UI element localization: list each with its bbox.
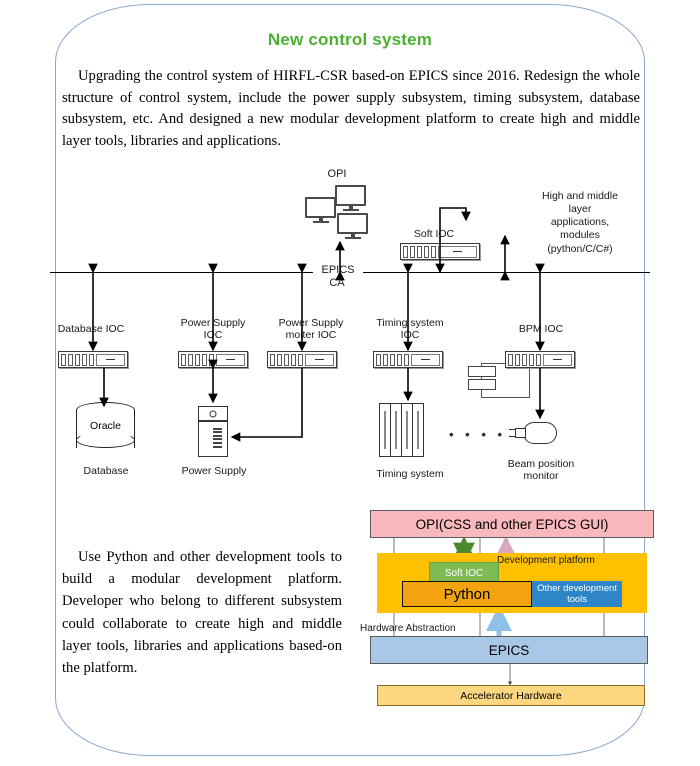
epics-ca-label-line2: CA <box>329 277 345 289</box>
monitor-screen <box>335 185 366 206</box>
applications-module-upper <box>468 366 496 377</box>
monitor-screen <box>305 197 336 218</box>
epics-box: EPICS <box>370 636 648 664</box>
device-label-bpm: Beam position monitor <box>507 458 575 483</box>
opi-label: OPI <box>327 168 347 180</box>
accelerator-hardware-box: Accelerator Hardware <box>377 685 645 706</box>
ioc-crate-power-supply-monitor <box>267 351 337 368</box>
applications-module-lower <box>468 379 496 390</box>
opi-monitor-bottom <box>337 213 368 240</box>
monitor-base <box>344 237 361 240</box>
opi-css-box: OPI(CSS and other EPICS GUI) <box>370 510 654 538</box>
device-label-database: Database <box>83 465 129 477</box>
ioc-label-database: Database IOC <box>57 323 125 335</box>
ioc-label-power-supply: Power Supply IOC <box>180 317 246 342</box>
oracle-label: Oracle <box>90 420 121 432</box>
monitor-base <box>342 209 359 212</box>
ioc-label-timing-system: Timing system IOC <box>376 317 444 342</box>
other-development-tools-box: Other development tools <box>532 581 622 607</box>
ellipsis-dots: • • • • <box>449 427 507 442</box>
ioc-crate-power-supply <box>178 351 248 368</box>
ioc-crate-bpm <box>505 351 575 368</box>
monitor-screen <box>337 213 368 234</box>
ioc-label-power-supply-monitor: Power Supply moiter IOC <box>278 317 344 342</box>
opi-monitor-left <box>305 197 336 224</box>
oracle-database-cylinder: Oracle <box>76 402 135 454</box>
hardware-abstraction-label: Hardware Abstraction <box>360 623 456 634</box>
ioc-label-bpm: BPM IOC <box>518 323 564 335</box>
intro-paragraph: Upgrading the control system of HIRFL-CS… <box>62 68 640 149</box>
python-box: Python <box>402 581 532 607</box>
timing-system-device <box>379 403 434 457</box>
power-supply-tower <box>198 406 228 458</box>
soft-ioc-crate <box>400 243 480 260</box>
architecture-diagram: EPICS CA OPI Soft IOC High and middle la… <box>0 160 700 500</box>
monitor-base <box>312 221 329 224</box>
ioc-crate-timing-system <box>373 351 443 368</box>
platform-stack-diagram: OPI(CSS and other EPICS GUI) Development… <box>360 505 660 720</box>
ioc-crate-database <box>58 351 128 368</box>
device-label-power-supply: Power Supply <box>181 465 247 477</box>
epics-ca-label-line1: EPICS <box>313 264 363 277</box>
high-middle-layer-apps-label: High and middle layer applications, modu… <box>542 190 618 255</box>
development-platform-label: Development platform <box>497 555 595 566</box>
device-label-timing-system: Timing system <box>376 468 444 480</box>
beam-position-monitor-device <box>509 422 557 444</box>
soft-ioc-label: Soft IOC <box>413 228 455 240</box>
opi-monitor-top <box>335 185 366 212</box>
platform-paragraph: Use Python and other development tools t… <box>62 549 342 676</box>
page-title: New control system <box>267 30 433 49</box>
